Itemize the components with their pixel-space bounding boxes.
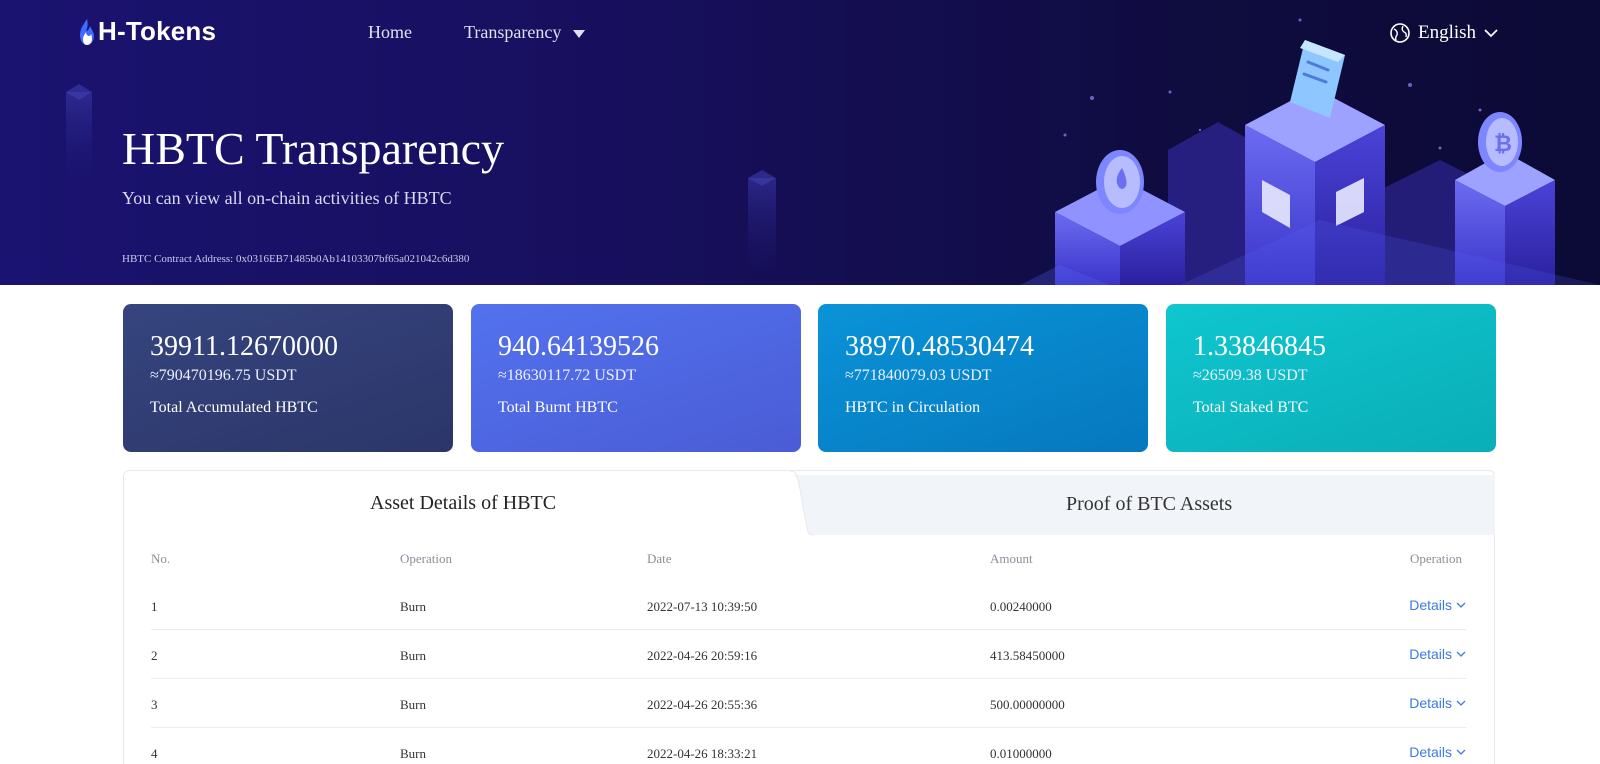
stat-usdt: ≈771840079.03 USDT (845, 367, 992, 384)
table-row: 2 Burn 2022-04-26 20:59:16 413.58450000 … (151, 630, 1466, 679)
stat-value: 39911.12670000 (150, 331, 338, 362)
cell-date: 2022-04-26 20:59:16 (647, 648, 758, 663)
stat-usdt: ≈790470196.75 USDT (150, 367, 297, 384)
table-row: 4 Burn 2022-04-26 18:33:21 0.01000000 De… (151, 728, 1466, 764)
details-label: Details (1409, 597, 1452, 613)
flame-logo-icon (80, 18, 94, 45)
stat-usdt: ≈26509.38 USDT (1193, 367, 1308, 384)
details-label: Details (1409, 744, 1452, 760)
details-toggle[interactable]: Details (1409, 597, 1466, 613)
stat-label: Total Staked BTC (1193, 399, 1309, 416)
cell-operation: Burn (400, 599, 426, 614)
cell-date: 2022-04-26 18:33:21 (647, 746, 758, 761)
tab-proof-of-btc-label[interactable]: Proof of BTC Assets (1066, 493, 1232, 516)
tab-curve-divider (790, 470, 814, 536)
stat-card-accumulated: 39911.12670000 ≈790470196.75 USDT Total … (123, 304, 453, 452)
table-row: 3 Burn 2022-04-26 20:55:36 500.00000000 … (151, 679, 1466, 728)
stat-label: Total Burnt HBTC (498, 399, 618, 416)
stat-label: HBTC in Circulation (845, 399, 981, 416)
nav-transparency-dropdown[interactable]: Transparency (464, 22, 586, 43)
page-title: HBTC Transparency (122, 123, 505, 174)
top-navigation: H-Tokens Home Transparency English (0, 0, 1600, 70)
cell-operation: Burn (400, 746, 426, 761)
cell-amount: 0.01000000 (990, 746, 1052, 761)
nav-home-link[interactable]: Home (368, 22, 412, 43)
column-header-no: No. (151, 551, 171, 566)
stat-card-staked: 1.33846845 ≈26509.38 USDT Total Staked B… (1166, 304, 1496, 452)
page-subtitle: You can view all on-chain activities of … (122, 188, 452, 208)
logo-text: H-Tokens (98, 16, 217, 46)
language-label: English (1418, 22, 1477, 43)
cell-amount: 500.00000000 (990, 697, 1065, 712)
chevron-down-icon (1456, 700, 1466, 706)
nav-transparency-label: Transparency (464, 22, 562, 42)
stat-value: 38970.48530474 (845, 331, 1034, 362)
stat-card-circulation: 38970.48530474 ≈771840079.03 USDT HBTC i… (818, 304, 1148, 452)
svg-text:₿: ₿ (1494, 132, 1512, 157)
stat-value: 940.64139526 (498, 331, 659, 362)
tab-asset-details-label[interactable]: Asset Details of HBTC (370, 492, 556, 515)
contract-address: HBTC Contract Address: 0x0316EB71485b0Ab… (122, 253, 470, 265)
table-row: 1 Burn 2022-07-13 10:39:50 0.00240000 De… (151, 581, 1466, 630)
details-toggle[interactable]: Details (1409, 744, 1466, 760)
chevron-down-icon (1456, 602, 1466, 608)
column-header-date: Date (647, 551, 672, 566)
stat-usdt: ≈18630117.72 USDT (498, 367, 636, 384)
details-toggle[interactable]: Details (1409, 646, 1466, 662)
nav-home-label: Home (368, 22, 412, 42)
details-label: Details (1409, 646, 1452, 662)
stat-value: 1.33846845 (1193, 331, 1326, 362)
cell-operation: Burn (400, 648, 426, 663)
stat-label: Total Accumulated HBTC (150, 399, 318, 416)
details-label: Details (1409, 695, 1452, 711)
column-header-operation: Operation (400, 551, 452, 566)
globe-icon (1390, 23, 1410, 43)
cell-date: 2022-04-26 20:55:36 (647, 697, 758, 712)
details-toggle[interactable]: Details (1409, 695, 1466, 711)
cell-no: 4 (151, 746, 158, 761)
column-header-actions: Operation (1410, 551, 1462, 566)
caret-down-icon (573, 29, 586, 38)
cell-no: 2 (151, 648, 158, 663)
stat-card-burnt: 940.64139526 ≈18630117.72 USDT Total Bur… (471, 304, 801, 452)
chevron-down-icon (1484, 29, 1498, 38)
language-selector[interactable]: English (1390, 22, 1506, 44)
cell-no: 3 (151, 697, 158, 712)
chevron-down-icon (1456, 749, 1466, 755)
hero-banner: ₿ H-Tokens Home Transparency English HBT… (0, 0, 1600, 285)
h-tokens-logo[interactable]: H-Tokens (78, 16, 216, 47)
cell-operation: Burn (400, 697, 426, 712)
cell-no: 1 (151, 599, 158, 614)
chevron-down-icon (1456, 651, 1466, 657)
cell-amount: 0.00240000 (990, 599, 1052, 614)
cell-date: 2022-07-13 10:39:50 (647, 599, 758, 614)
column-header-amount: Amount (990, 551, 1033, 566)
cell-amount: 413.58450000 (990, 648, 1065, 663)
